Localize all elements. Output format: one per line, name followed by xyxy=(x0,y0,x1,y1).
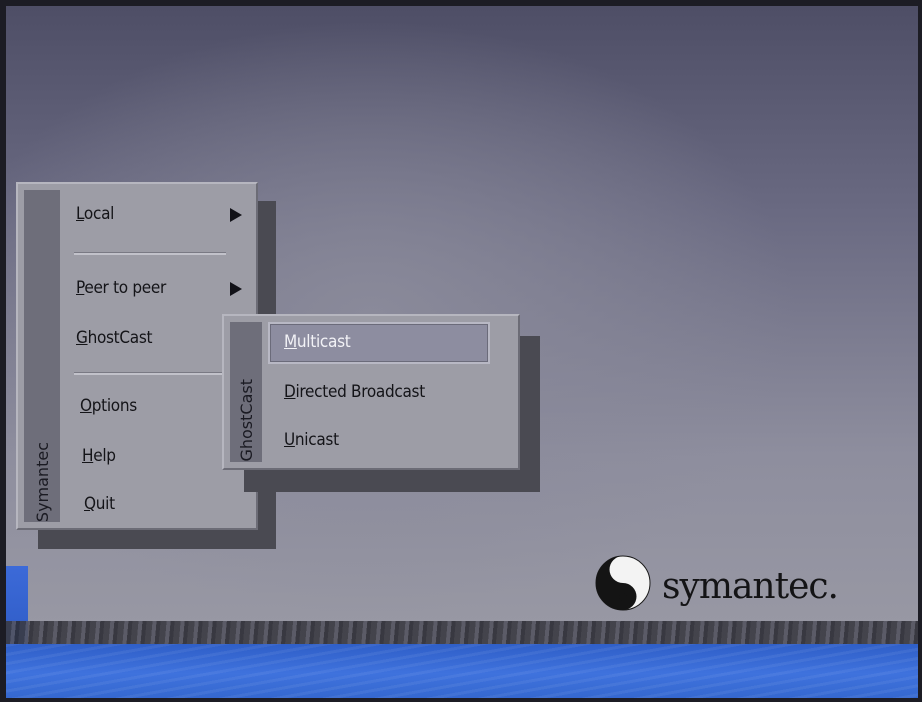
menu-item-help-label: elp xyxy=(93,446,116,466)
menu-item-options-accel: O xyxy=(80,396,92,416)
symantec-wordmark: symantec. xyxy=(662,566,839,607)
menu-item-local-accel: L xyxy=(76,204,84,224)
menu-item-local-label: ocal xyxy=(83,204,115,224)
menu-item-ghostcast-accel: G xyxy=(76,328,88,348)
menu-item-quit-accel: Q xyxy=(84,494,96,514)
menu-item-quit-label: uit xyxy=(95,494,115,514)
menu-item-help-accel: H xyxy=(82,446,94,466)
submenu-item-unicast-accel: U xyxy=(284,430,295,450)
menu-item-ghostcast[interactable]: GhostCast xyxy=(76,328,153,348)
menu-item-help[interactable]: Help xyxy=(82,446,116,466)
submenu-item-unicast-label: nicast xyxy=(294,430,339,450)
ghostcast-submenu: GhostCast Multicast Directed Broadcast U… xyxy=(222,314,520,470)
submenu-item-unicast[interactable]: Unicast xyxy=(284,430,339,450)
submenu-item-multicast-accel: M xyxy=(284,332,297,352)
ghost-screen: Symantec Local Peer to peer GhostCast Op… xyxy=(6,6,918,698)
submenu-arrow-icon xyxy=(230,208,242,222)
menu-separator xyxy=(74,372,226,375)
menu-separator xyxy=(74,252,226,255)
menu-item-ghostcast-label: hostCast xyxy=(87,328,153,348)
submenu-item-directed-label: irected Broadcast xyxy=(295,382,425,402)
main-menu-vendor-bar: Symantec xyxy=(24,190,60,522)
ghostcast-side-label: GhostCast xyxy=(236,379,256,462)
submenu-item-directed-broadcast[interactable]: Directed Broadcast xyxy=(284,382,425,402)
menu-item-local[interactable]: Local xyxy=(76,204,114,224)
menu-item-options-label: ptions xyxy=(91,396,137,416)
desktop-blue-area xyxy=(6,644,918,698)
menu-item-peer-label: eer to peer xyxy=(84,278,167,298)
submenu-item-directed-accel: D xyxy=(284,382,296,402)
submenu-item-multicast[interactable]: Multicast xyxy=(284,332,351,352)
ghostcast-side-bar: GhostCast xyxy=(230,322,262,462)
menu-item-options[interactable]: Options xyxy=(80,396,137,416)
menu-item-peer-to-peer[interactable]: Peer to peer xyxy=(76,278,166,298)
vendor-label: Symantec xyxy=(32,441,52,522)
submenu-arrow-icon xyxy=(230,282,242,296)
submenu-item-multicast-label: ulticast xyxy=(296,332,351,352)
symantec-logo-icon xyxy=(595,555,651,611)
menu-item-quit[interactable]: Quit xyxy=(84,494,115,514)
